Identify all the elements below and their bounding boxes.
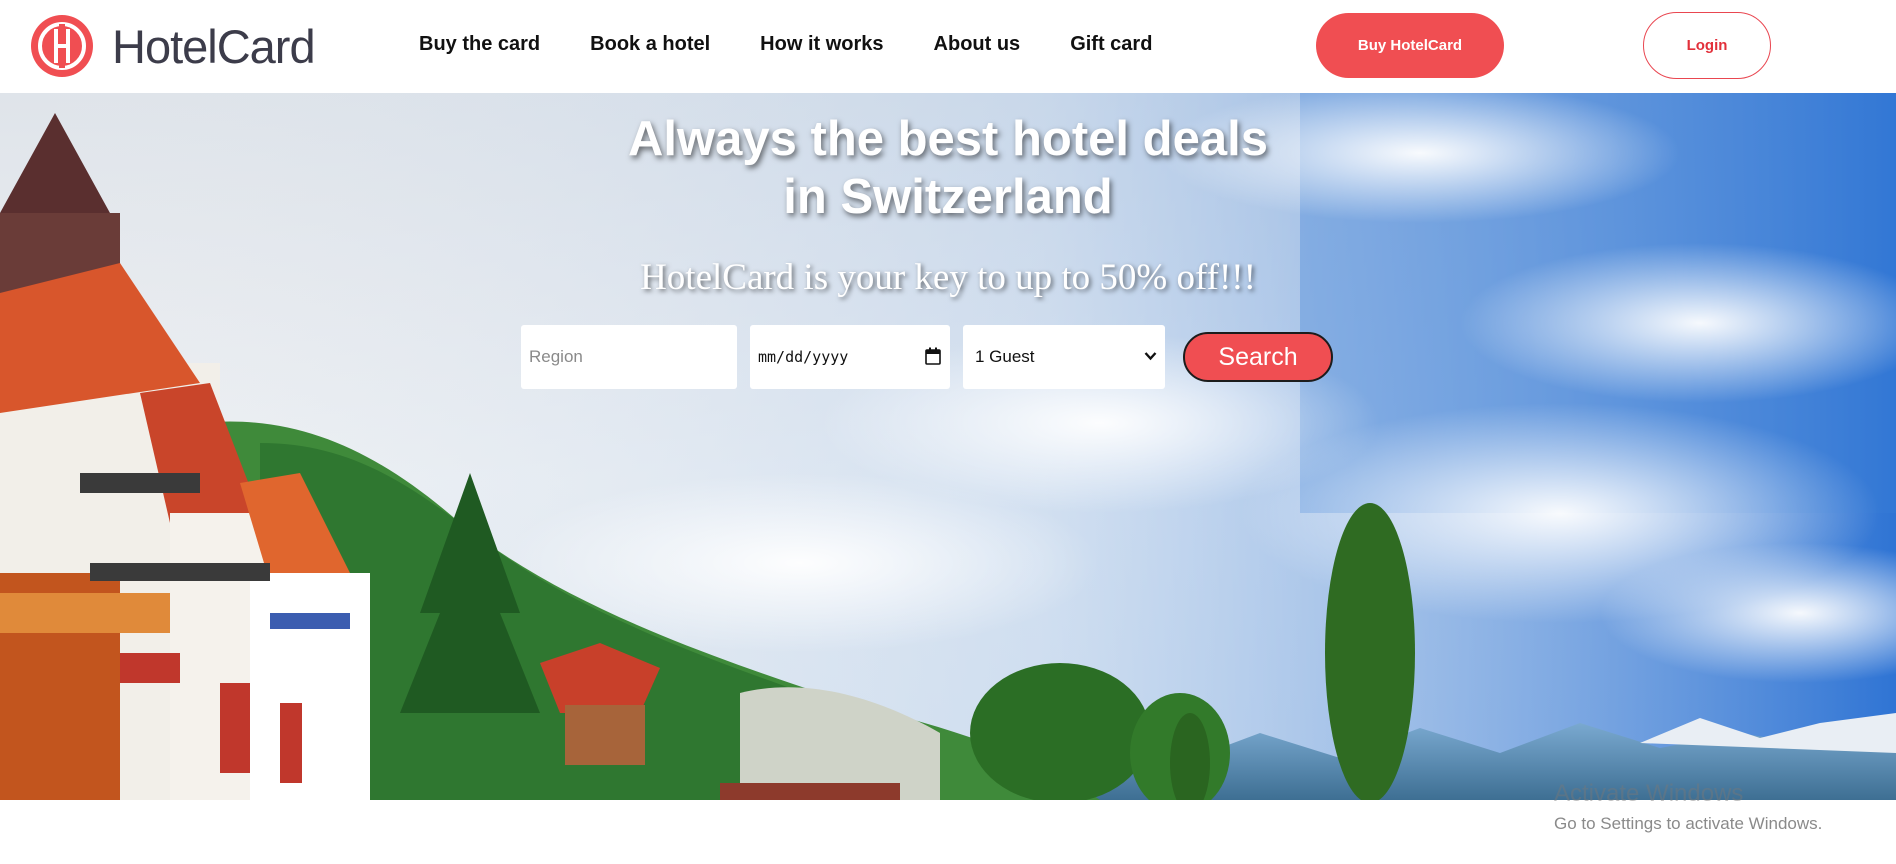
hero-title: Always the best hotel deals in Switzerla… (0, 110, 1896, 226)
hero-title-line-2: in Switzerland (783, 170, 1113, 224)
nav-book-a-hotel[interactable]: Book a hotel (590, 33, 710, 56)
buy-hotelcard-button[interactable]: Buy HotelCard (1316, 13, 1504, 78)
hero-subtitle: HotelCard is your key to up to 50% off!!… (640, 257, 1256, 298)
hero-section: Always the best hotel deals in Switzerla… (0, 93, 1896, 800)
nav-buy-the-card[interactable]: Buy the card (419, 33, 540, 56)
hero-title-line-1: Always the best hotel deals (628, 112, 1268, 166)
windows-watermark-title: Activate Windows (1554, 780, 1744, 807)
logo[interactable]: HotelCard (28, 6, 316, 86)
nav-how-it-works[interactable]: How it works (760, 33, 883, 56)
nav-gift-card[interactable]: Gift card (1070, 33, 1152, 56)
hotelcard-logo-icon (31, 15, 93, 77)
region-field (521, 325, 737, 389)
main-nav: Buy the card Book a hotel How it works A… (419, 33, 1202, 56)
region-input[interactable] (521, 325, 737, 389)
logo-text: HotelCard (112, 19, 316, 73)
nav-about-us[interactable]: About us (934, 33, 1021, 56)
site-header: HotelCard Buy the card Book a hotel How … (0, 0, 1896, 93)
login-button[interactable]: Login (1643, 12, 1771, 79)
date-input-value: mm/dd/yyyy (758, 348, 849, 366)
guests-select-value: 1 Guest (975, 347, 1035, 366)
date-field[interactable]: mm/dd/yyyy (750, 325, 950, 389)
search-button[interactable]: Search (1183, 332, 1333, 382)
calendar-icon[interactable] (925, 347, 941, 365)
chevron-down-icon (1144, 352, 1157, 361)
windows-watermark-subtitle: Go to Settings to activate Windows. (1554, 814, 1823, 833)
guests-select[interactable]: 1 Guest (963, 325, 1165, 389)
